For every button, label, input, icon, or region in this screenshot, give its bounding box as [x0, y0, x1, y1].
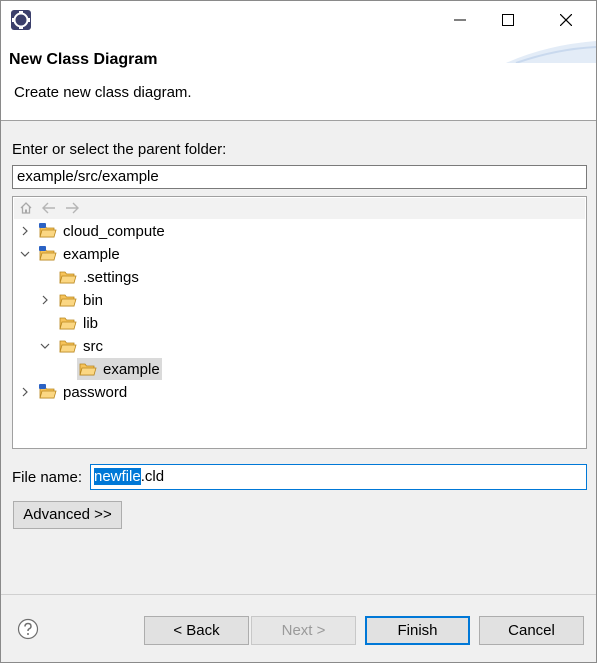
wizard-banner: New Class Diagram Create new class diagr…: [1, 39, 596, 121]
file-name-label: File name:: [12, 469, 83, 486]
project-folder-icon: [39, 246, 57, 261]
minimize-icon: [454, 19, 466, 21]
parent-folder-input[interactable]: example/src/example: [12, 165, 587, 189]
back-button[interactable]: < Back: [144, 616, 249, 645]
tree-item-bin[interactable]: bin: [39, 289, 105, 311]
tree-item-label: cloud_compute: [63, 222, 165, 240]
chevron-right-icon[interactable]: [19, 386, 31, 398]
help-icon[interactable]: [17, 618, 39, 640]
tree-toolbar: [14, 198, 585, 219]
advanced-button[interactable]: Advanced >>: [13, 501, 122, 529]
maximize-button[interactable]: [485, 1, 531, 39]
footer-divider: [1, 594, 596, 595]
back-arrow-icon[interactable]: [41, 201, 57, 215]
project-folder-icon: [39, 223, 57, 238]
finish-button[interactable]: Finish: [365, 616, 470, 645]
tree-item-label: example: [63, 245, 120, 263]
banner-swoosh-graphic: [506, 41, 596, 63]
parent-folder-label: Enter or select the parent folder:: [12, 141, 227, 158]
maximize-icon: [502, 14, 514, 26]
close-button[interactable]: [543, 1, 589, 39]
project-folder-icon: [39, 384, 57, 399]
file-name-input[interactable]: newfile.cld: [90, 464, 587, 490]
next-button[interactable]: Next >: [251, 616, 356, 645]
tree-item-label: bin: [83, 291, 104, 309]
folder-tree[interactable]: cloud_compute example .settings bin lib …: [12, 196, 587, 449]
forward-arrow-icon[interactable]: [64, 201, 80, 215]
tree-item-label: example: [103, 360, 160, 378]
tree-item-label: password: [63, 383, 128, 401]
chevron-down-icon[interactable]: [19, 248, 31, 260]
home-icon[interactable]: [19, 201, 33, 215]
minimize-button[interactable]: [437, 1, 483, 39]
folder-icon: [59, 271, 77, 284]
tree-item-label: lib: [83, 314, 99, 332]
tree-item-src-example[interactable]: example: [77, 358, 162, 380]
page-description: Create new class diagram.: [14, 84, 192, 101]
tree-item-password[interactable]: password: [19, 381, 129, 403]
chevron-down-icon[interactable]: [39, 340, 51, 352]
dialog-window: New Class Diagram Create new class diagr…: [0, 0, 597, 663]
folder-icon: [79, 363, 97, 376]
eclipse-icon: [11, 10, 31, 30]
file-name-selected-text: newfile: [94, 468, 141, 485]
cancel-button[interactable]: Cancel: [479, 616, 584, 645]
tree-item-cloud-compute[interactable]: cloud_compute: [19, 220, 167, 242]
file-name-extension: .cld: [140, 468, 165, 485]
title-bar: [1, 1, 596, 39]
tree-item-label: .settings: [83, 268, 139, 286]
folder-icon: [59, 294, 77, 307]
tree-item-example-project[interactable]: example: [19, 243, 122, 265]
close-icon: [560, 14, 572, 26]
chevron-right-icon[interactable]: [39, 294, 51, 306]
folder-icon: [59, 340, 77, 353]
page-title: New Class Diagram: [9, 51, 158, 68]
tree-item-lib[interactable]: lib: [59, 312, 100, 334]
folder-icon: [59, 317, 77, 330]
tree-item-src[interactable]: src: [39, 335, 105, 357]
tree-item-settings[interactable]: .settings: [59, 266, 141, 288]
tree-item-label: src: [83, 337, 103, 355]
chevron-right-icon[interactable]: [19, 225, 31, 237]
